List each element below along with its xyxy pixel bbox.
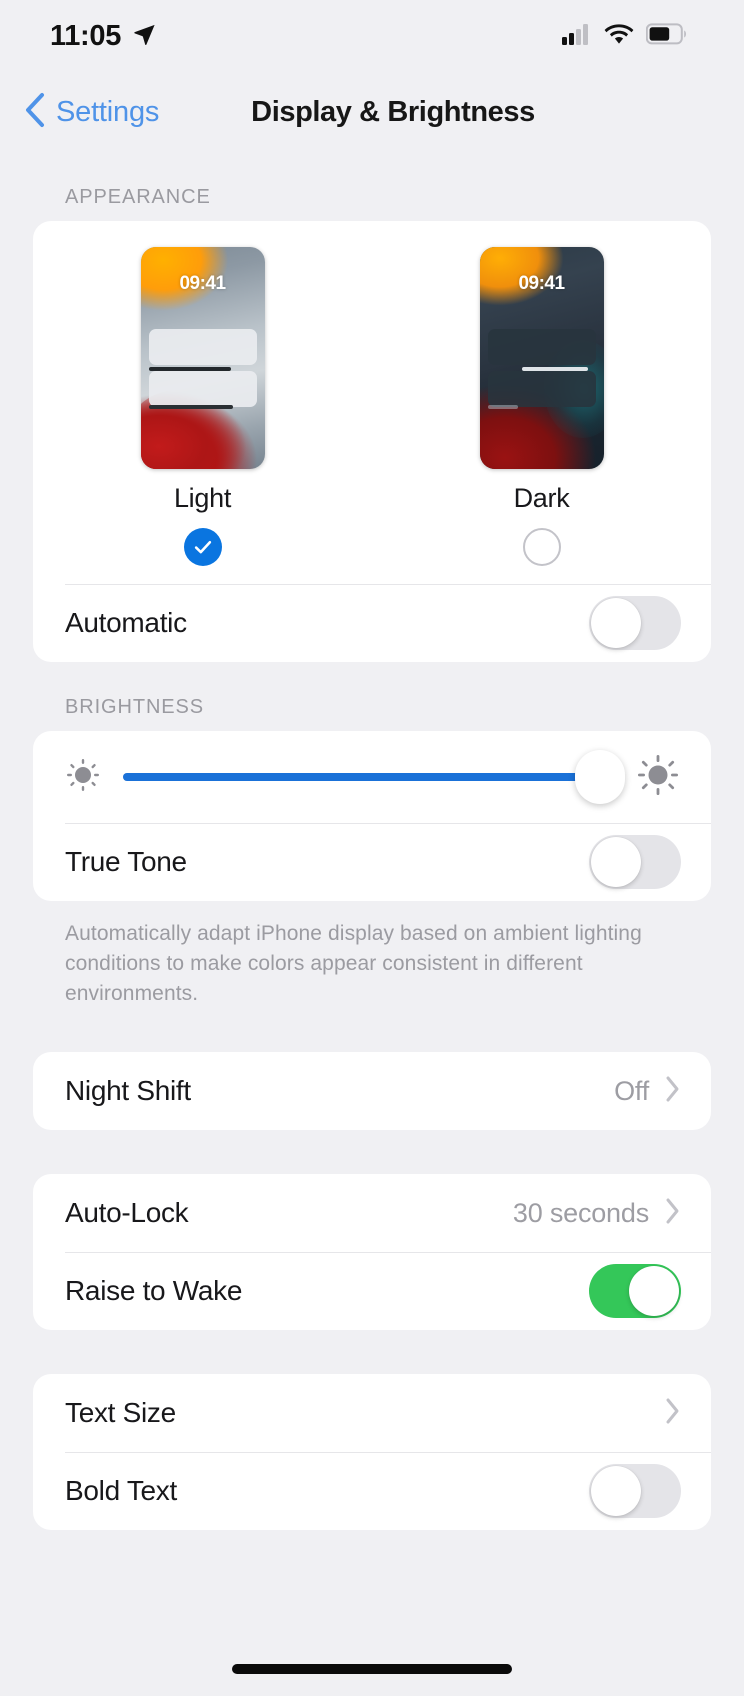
light-option-label: Light bbox=[173, 483, 232, 513]
status-bar-time: 11:05 bbox=[50, 19, 122, 52]
bold-text-row[interactable]: Bold Text bbox=[33, 1452, 711, 1530]
night-shift-card: Night Shift Off bbox=[33, 1052, 711, 1131]
toggle-knob bbox=[591, 1466, 641, 1517]
dark-mode-radio-unselected[interactable] bbox=[522, 528, 561, 566]
sun-large-icon bbox=[633, 750, 683, 805]
home-indicator bbox=[232, 1664, 512, 1674]
wifi-icon bbox=[604, 23, 634, 50]
settings-content: APPEARANCE 09:41 Light 09:41 Dark Automa… bbox=[0, 152, 744, 1531]
location-arrow-icon bbox=[131, 21, 157, 52]
appearance-section-header: APPEARANCE bbox=[65, 186, 211, 208]
lock-card: Auto-Lock 30 seconds Raise to Wake bbox=[33, 1174, 711, 1331]
status-bar: 11:05 bbox=[0, 0, 744, 72]
preview-notification bbox=[487, 329, 596, 365]
brightness-slider-row bbox=[33, 731, 711, 823]
text-card: Text Size Bold Text bbox=[33, 1374, 711, 1531]
appearance-card: 09:41 Light 09:41 Dark Automatic bbox=[33, 221, 711, 662]
slider-fill bbox=[123, 773, 601, 781]
appearance-option-dark[interactable]: 09:41 Dark bbox=[372, 247, 711, 566]
toggle-knob bbox=[591, 598, 641, 648]
preview-line bbox=[521, 367, 588, 371]
chevron-right-icon bbox=[665, 1075, 681, 1108]
light-mode-radio-selected[interactable] bbox=[183, 528, 222, 566]
preview-time-dark: 09:41 bbox=[518, 273, 565, 294]
auto-lock-label: Auto-Lock bbox=[65, 1197, 189, 1229]
true-tone-row[interactable]: True Tone bbox=[33, 823, 711, 901]
auto-lock-value: 30 seconds bbox=[512, 1197, 649, 1228]
text-size-row[interactable]: Text Size bbox=[33, 1374, 711, 1452]
toggle-knob bbox=[591, 837, 641, 887]
cellular-signal-icon bbox=[562, 23, 592, 50]
preview-line bbox=[148, 405, 233, 409]
sun-small-icon bbox=[61, 753, 105, 802]
light-mode-preview: 09:41 bbox=[140, 247, 265, 469]
night-shift-value: Off bbox=[614, 1075, 649, 1106]
dark-option-label: Dark bbox=[513, 483, 570, 513]
preview-notification bbox=[148, 329, 257, 365]
brightness-slider[interactable] bbox=[123, 750, 626, 804]
checkmark-icon bbox=[194, 540, 211, 554]
night-shift-label: Night Shift bbox=[65, 1075, 191, 1107]
iphone-settings-screen: 11:05 Settings Display & Brightness APPE… bbox=[0, 0, 744, 1696]
bold-text-label: Bold Text bbox=[65, 1475, 177, 1507]
back-button[interactable]: Settings bbox=[24, 92, 159, 133]
automatic-row[interactable]: Automatic bbox=[33, 584, 711, 662]
text-size-label: Text Size bbox=[65, 1397, 176, 1429]
dark-mode-preview: 09:41 bbox=[479, 247, 604, 469]
auto-lock-row[interactable]: Auto-Lock 30 seconds bbox=[33, 1174, 711, 1252]
appearance-option-light[interactable]: 09:41 Light bbox=[33, 247, 372, 566]
preview-time-light: 09:41 bbox=[179, 273, 226, 294]
preview-line bbox=[148, 367, 231, 371]
preview-notification bbox=[148, 371, 257, 407]
brightness-card: True Tone bbox=[33, 731, 711, 901]
chevron-right-icon bbox=[665, 1397, 681, 1430]
battery-icon bbox=[645, 22, 688, 50]
preview-notification bbox=[487, 371, 596, 407]
back-button-label: Settings bbox=[56, 95, 160, 128]
chevron-left-icon bbox=[24, 92, 46, 133]
bold-text-toggle[interactable] bbox=[589, 1464, 681, 1519]
raise-to-wake-label: Raise to Wake bbox=[65, 1275, 243, 1307]
automatic-toggle[interactable] bbox=[589, 596, 681, 650]
slider-thumb[interactable] bbox=[575, 750, 626, 804]
raise-to-wake-row[interactable]: Raise to Wake bbox=[33, 1252, 711, 1330]
night-shift-row[interactable]: Night Shift Off bbox=[33, 1052, 711, 1130]
true-tone-toggle[interactable] bbox=[589, 835, 681, 889]
brightness-section-header: BRIGHTNESS bbox=[65, 696, 205, 718]
status-bar-right bbox=[562, 22, 688, 50]
true-tone-footer-note: Automatically adapt iPhone display based… bbox=[65, 922, 642, 1005]
raise-to-wake-toggle[interactable] bbox=[589, 1264, 681, 1319]
chevron-right-icon bbox=[665, 1197, 681, 1230]
true-tone-label: True Tone bbox=[65, 846, 187, 877]
status-bar-left: 11:05 bbox=[50, 20, 157, 53]
toggle-knob bbox=[629, 1266, 679, 1317]
navigation-bar: Settings Display & Brightness bbox=[0, 72, 744, 152]
automatic-label: Automatic bbox=[65, 607, 187, 638]
preview-line bbox=[487, 405, 518, 409]
appearance-picker: 09:41 Light 09:41 Dark bbox=[33, 221, 711, 584]
